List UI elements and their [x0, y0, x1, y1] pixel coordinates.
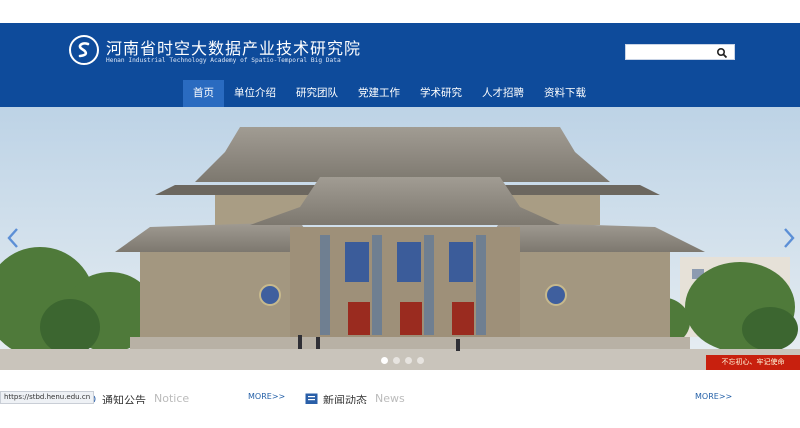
slogan-banner[interactable]: 不忘初心、牢记使命 — [706, 355, 800, 370]
nav-item-home[interactable]: 首页 — [183, 80, 224, 107]
logo-icon — [78, 42, 90, 58]
slide-dot-2[interactable] — [393, 357, 400, 364]
viewport-bottom-edge — [0, 404, 800, 428]
status-bar-url: https://stbd.henu.edu.cn — [0, 391, 95, 404]
site-title[interactable]: 河南省时空大数据产业技术研究院 — [106, 35, 361, 59]
nav-item-recruit[interactable]: 人才招聘 — [472, 80, 534, 107]
prev-slide-arrow-icon[interactable] — [6, 227, 20, 249]
slide-dot-1[interactable] — [381, 357, 388, 364]
nav-item-research[interactable]: 学术研究 — [410, 80, 472, 107]
banner-slider[interactable] — [0, 107, 800, 370]
site-header: 河南省时空大数据产业技术研究院 Henan Industrial Technol… — [0, 23, 800, 107]
nav-item-team[interactable]: 研究团队 — [286, 80, 348, 107]
banner-image — [0, 107, 800, 370]
search-icon[interactable] — [716, 47, 728, 59]
site-subtitle: Henan Industrial Technology Academy of S… — [106, 57, 341, 64]
nav-item-about[interactable]: 单位介绍 — [224, 80, 286, 107]
page: 河南省时空大数据产业技术研究院 Henan Industrial Technol… — [0, 0, 800, 428]
site-logo[interactable] — [69, 35, 99, 65]
slide-dot-3[interactable] — [405, 357, 412, 364]
next-slide-arrow-icon[interactable] — [782, 227, 796, 249]
news-more-link[interactable]: MORE>> — [695, 392, 732, 401]
top-gap — [0, 0, 800, 23]
notice-more-link[interactable]: MORE>> — [248, 392, 285, 401]
main-nav: 首页 单位介绍 研究团队 党建工作 学术研究 人才招聘 资料下载 — [183, 80, 596, 107]
search-box — [625, 44, 735, 60]
slide-indicators — [381, 357, 424, 364]
slide-dot-4[interactable] — [417, 357, 424, 364]
nav-item-party[interactable]: 党建工作 — [348, 80, 410, 107]
search-input[interactable] — [626, 45, 714, 59]
nav-item-downloads[interactable]: 资料下载 — [534, 80, 596, 107]
